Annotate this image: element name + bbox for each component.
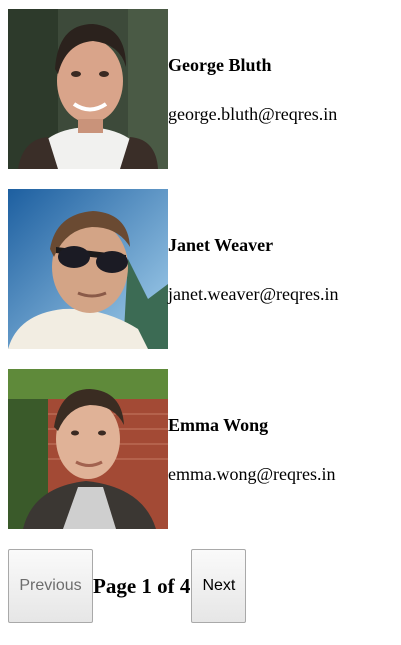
user-info: Emma Wong emma.wong@reqres.in [168, 414, 336, 485]
next-button[interactable]: Next [191, 549, 247, 623]
avatar-image [8, 189, 168, 349]
user-email: janet.weaver@reqres.in [168, 283, 339, 304]
user-name: Janet Weaver [168, 234, 274, 255]
user-card: Janet Weaver janet.weaver@reqres.in [8, 189, 339, 349]
pagination: Previous Page 1 of 4 Next [8, 549, 247, 623]
user-email: george.bluth@reqres.in [168, 103, 338, 124]
avatar-image [8, 9, 168, 169]
user-name: George Bluth [168, 54, 272, 75]
avatar-emma [8, 369, 168, 529]
user-list: George Bluth george.bluth@reqres.in Jane… [8, 9, 339, 549]
user-name: Emma Wong [168, 414, 269, 435]
avatar-janet [8, 189, 168, 349]
avatar-george [8, 9, 168, 169]
user-info: Janet Weaver janet.weaver@reqres.in [168, 234, 339, 305]
page-indicator: Page 1 of 4 [93, 573, 191, 598]
user-card: Emma Wong emma.wong@reqres.in [8, 369, 339, 529]
user-card: George Bluth george.bluth@reqres.in [8, 9, 339, 169]
user-info: George Bluth george.bluth@reqres.in [168, 54, 337, 125]
user-email: emma.wong@reqres.in [168, 463, 336, 484]
previous-button[interactable]: Previous [8, 549, 93, 623]
avatar-image [8, 369, 168, 529]
